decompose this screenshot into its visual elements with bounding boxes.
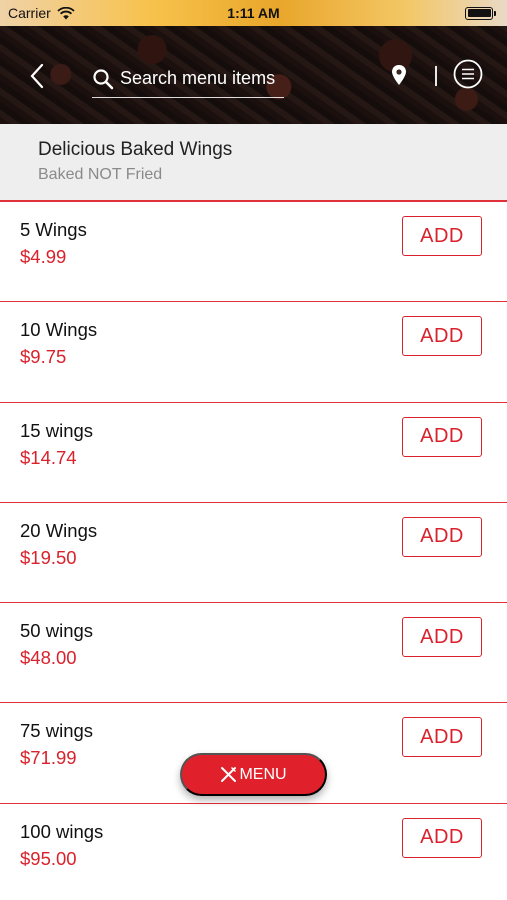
category-title: Delicious Baked Wings [38, 139, 233, 160]
menu-item: 50 wings $48.00 ADD [0, 603, 507, 704]
status-time: 1:11 AM [227, 5, 280, 21]
add-button[interactable]: ADD [402, 516, 482, 557]
add-button[interactable]: ADD [402, 717, 482, 758]
add-button[interactable]: ADD [402, 216, 482, 256]
nav-divider [435, 66, 437, 86]
search-icon [93, 68, 114, 89]
menu-item: 15 wings $14.74 ADD [0, 403, 507, 503]
menu-item: 5 Wings $4.99 ADD [0, 202, 507, 303]
wifi-icon [57, 6, 75, 19]
add-button[interactable]: ADD [402, 416, 482, 457]
menu-fab-button[interactable]: MENU [180, 753, 327, 796]
menu-item: 20 Wings $19.50 ADD [0, 503, 507, 604]
add-button[interactable]: ADD [402, 817, 482, 858]
location-pin-icon[interactable] [386, 62, 412, 90]
menu-item: 100 wings $95.00 ADD [0, 804, 507, 900]
menu-item: 10 Wings $9.75 ADD [0, 302, 507, 403]
add-button[interactable]: ADD [402, 617, 482, 658]
search-input[interactable] [120, 68, 284, 89]
top-nav [0, 50, 507, 104]
category-header: Delicious Baked Wings Baked NOT Fried [0, 124, 507, 202]
menu-fab-label: MENU [239, 765, 287, 783]
search-bar [92, 60, 284, 98]
status-bar: Carrier 1:11 AM [0, 0, 507, 26]
battery-icon [465, 6, 496, 20]
cutlery-icon [221, 767, 237, 782]
add-button[interactable]: ADD [402, 316, 482, 357]
back-chevron-icon[interactable] [24, 60, 52, 92]
menu-list-icon[interactable] [452, 58, 484, 90]
category-subtitle: Baked NOT Fried [38, 166, 163, 183]
carrier-label: Carrier [8, 5, 51, 21]
